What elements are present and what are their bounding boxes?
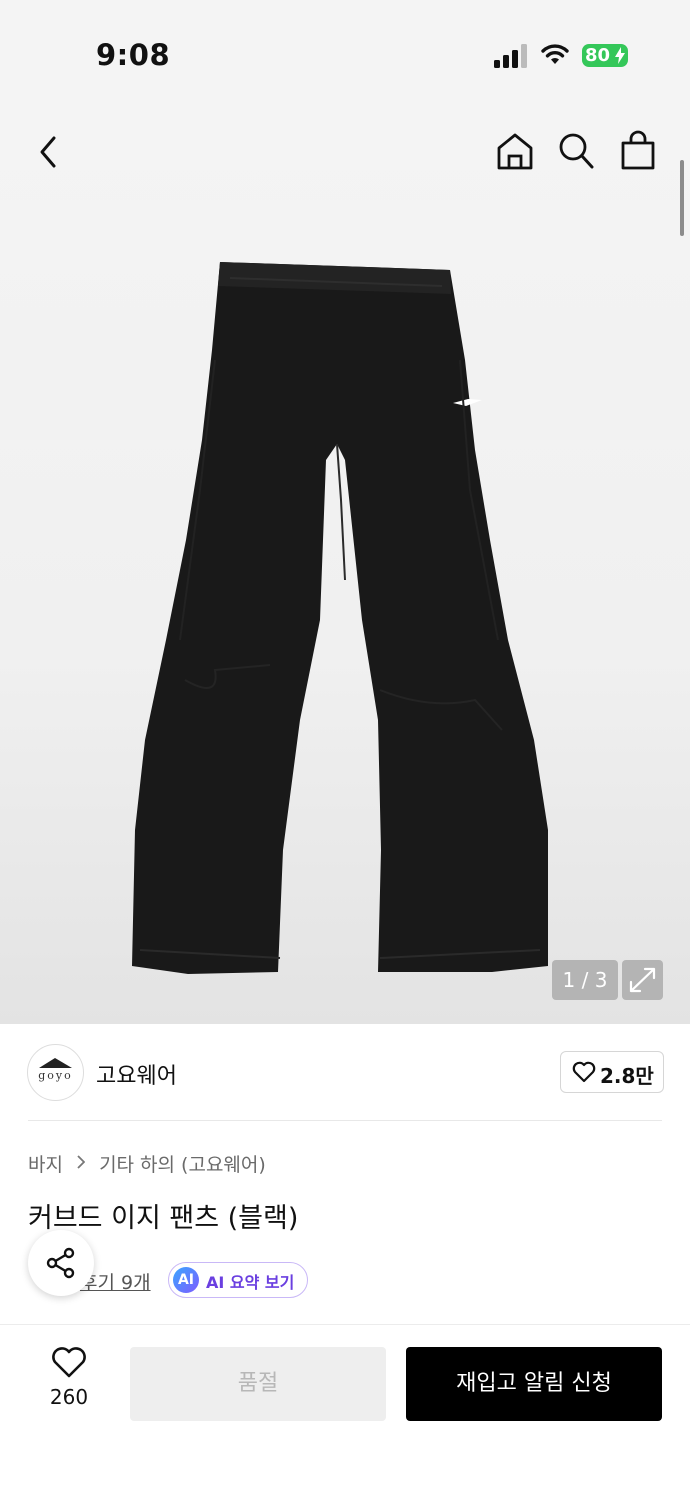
wishlist-count: 260: [49, 1385, 89, 1409]
battery-icon: 80: [582, 44, 628, 67]
chevron-right-icon: [77, 1155, 86, 1169]
product-image-gallery[interactable]: 1 / 3: [0, 100, 690, 1024]
expand-image-button[interactable]: [622, 960, 663, 1000]
battery-level: 80: [585, 45, 611, 66]
heart-outline-icon: [52, 1347, 86, 1378]
breadcrumb: 바지 기타 하의 (고요웨어): [28, 1150, 266, 1177]
wishlist-button[interactable]: 260: [36, 1347, 102, 1417]
restock-alert-button[interactable]: 재입고 알림 신청: [406, 1347, 662, 1421]
brand-logo[interactable]: goyo: [27, 1044, 84, 1101]
home-icon[interactable]: [496, 132, 534, 170]
breadcrumb-category[interactable]: 바지: [28, 1154, 63, 1176]
soldout-button: 품절: [130, 1347, 386, 1421]
brand-like-count: 2.8만: [600, 1064, 654, 1088]
charging-icon: [615, 47, 625, 64]
status-time: 9:08: [96, 38, 171, 72]
ai-summary-label: AI 요약 보기: [206, 1273, 295, 1292]
brand-logo-text: goyo: [38, 1069, 73, 1082]
status-bar: 9:08 80: [0, 0, 690, 100]
shopping-bag-icon[interactable]: [620, 130, 656, 170]
expand-icon: [629, 967, 656, 993]
back-icon[interactable]: [36, 134, 60, 170]
breadcrumb-subcategory[interactable]: 기타 하의 (고요웨어): [99, 1154, 266, 1176]
signal-icon: [494, 44, 527, 68]
brand-like-button[interactable]: 2.8만: [560, 1051, 664, 1093]
brand-name[interactable]: 고요웨어: [96, 1058, 177, 1090]
scrollbar[interactable]: [680, 160, 684, 236]
divider: [28, 1120, 662, 1121]
wifi-icon: [541, 44, 569, 64]
product-photo-pants: [132, 262, 548, 974]
heart-icon: [572, 1061, 596, 1083]
share-icon: [46, 1247, 75, 1279]
mountain-logo-icon: [39, 1058, 72, 1068]
ai-summary-button[interactable]: AI AI 요약 보기: [168, 1262, 308, 1298]
ai-icon: AI: [173, 1267, 199, 1293]
bottom-action-bar: 260 품절 재입고 알림 신청: [0, 1324, 690, 1501]
image-counter: 1 / 3: [552, 960, 618, 1000]
product-title: 커브드 이지 팬츠 (블랙): [28, 1203, 299, 1234]
share-button[interactable]: [28, 1230, 94, 1296]
search-icon[interactable]: [558, 132, 594, 170]
